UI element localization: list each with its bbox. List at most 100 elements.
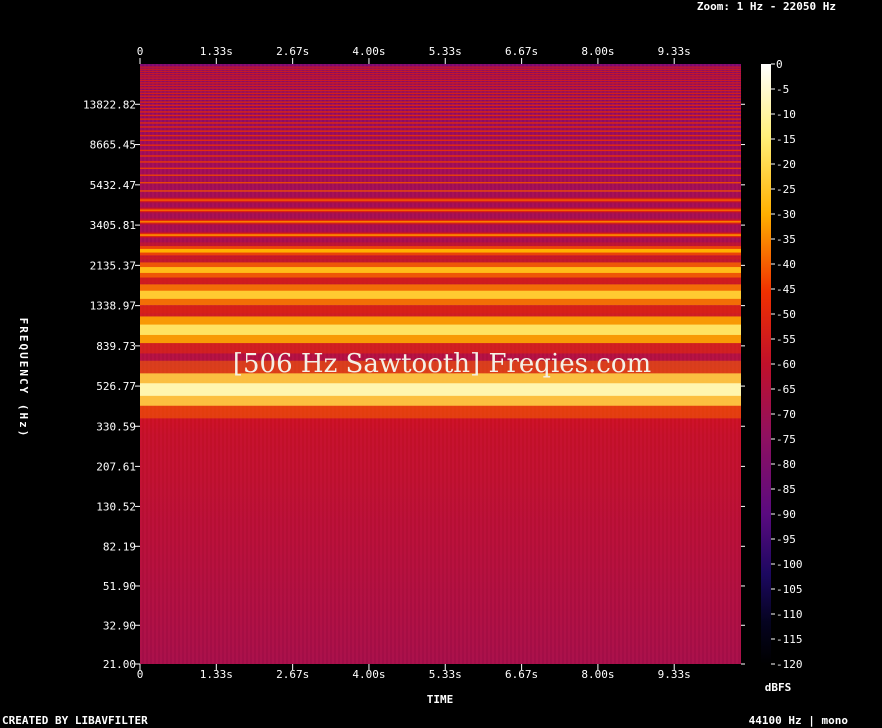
harmonic-core [140,199,741,201]
harmonic-line [140,111,741,113]
harmonic-core [140,383,741,396]
harmonic-band [140,242,741,260]
colorbar-tick-label: -90 [776,508,796,521]
colorbar-tick-label: -80 [776,458,796,471]
y-tick-label: 330.59 [96,420,136,433]
x-axis-bottom: 0 1.33s 2.67s 4.00s 5.33s 6.67s 8.00s 9.33s [137,664,691,681]
harmonic-line [140,190,741,192]
y-tick-label: 13822.82 [83,98,136,111]
harmonic-core [140,290,741,299]
harmonic-band [140,196,741,204]
y-tick-label: 130.52 [96,500,136,513]
colorbar-tick-label: -85 [776,483,796,496]
colorbar-tick-label: -35 [776,233,796,246]
harmonic-line [140,82,741,84]
colorbar-tick-label: -30 [776,208,796,221]
colorbar-tick-label: -15 [776,133,796,146]
harmonic-line [140,77,741,79]
harmonic-core [140,267,741,273]
colorbar-tick-label: -50 [776,308,796,321]
y-tick-label: 82.19 [103,540,136,553]
x-tick-label: 2.67s [276,668,309,681]
harmonic-line [140,149,741,152]
y-tick-label: 207.61 [96,460,136,473]
harmonic-core [140,324,741,335]
colorbar-tick-label: -120 [776,658,803,671]
harmonic-line [140,114,741,117]
harmonic-core [140,248,741,253]
colorbar-ticks: 0 -5 -10 -15 -20 -25 -30 -35 -40 -45 -50 -55 -60 -65 -… [771,58,803,671]
colorbar [761,64,771,664]
colorbar-tick-label: -10 [776,108,796,121]
harmonic-line [140,130,741,132]
colorbar-tick-label: -75 [776,433,796,446]
colorbar-tick-label: -110 [776,608,803,621]
y-tick-label: 51.90 [103,580,136,593]
colorbar-tick-label: -100 [776,558,803,571]
harmonic-line [140,84,741,87]
y-tick-label: 32.90 [103,619,136,632]
x-tick-label: 1.33s [200,668,233,681]
colorbar-tick-label: -70 [776,408,796,421]
harmonic-line [140,174,741,176]
x-tick-label: 0 [137,45,144,58]
harmonic-line [140,134,741,137]
harmonic-line [140,87,741,89]
harmonic-line [140,75,741,77]
y-tick-label: 2135.37 [90,259,136,272]
harmonic-line [140,68,741,70]
y-axis-label: FREQUENCY (Hz) [17,318,30,439]
harmonic-line [140,72,741,75]
x-tick-label: 0 [137,668,144,681]
harmonic-core [140,234,741,236]
colorbar-tick-label: -55 [776,333,796,346]
x-tick-label: 6.67s [505,668,538,681]
x-tick-label: 8.00s [581,45,614,58]
colorbar-tick-label: -60 [776,358,796,371]
x-axis-top: 0 1.33s 2.67s 4.00s 5.33s 6.67s 8.00s 9.33s [137,45,691,64]
y-tick-label: 3405.81 [90,219,136,232]
harmonic-line [140,144,741,146]
harmonic-line [140,92,741,95]
harmonic-line [140,126,741,128]
x-tick-label: 2.67s [276,45,309,58]
y-tick-label: 8665.45 [90,139,136,152]
x-tick-label: 4.00s [352,668,385,681]
x-axis-label: TIME [427,693,454,706]
harmonic-line [140,182,741,184]
x-tick-label: 6.67s [505,45,538,58]
harmonic-line [140,122,741,124]
colorbar-tick-label: 0 [776,58,783,71]
harmonic-line [140,95,741,97]
x-tick-label: 5.33s [429,45,462,58]
harmonic-line [140,167,741,170]
colorbar-tick-label: -5 [776,83,789,96]
harmonic-line [140,98,741,100]
x-tick-label: 9.33s [658,668,691,681]
colorbar-tick-label: -40 [776,258,796,271]
colorbar-tick-label: -20 [776,158,796,171]
y-tick-label: 5432.47 [90,179,136,192]
harmonic-line [140,79,741,82]
colorbar-tick-label: -45 [776,283,796,296]
colorbar-tick-label: -105 [776,583,803,596]
y-tick-label: 1338.97 [90,300,136,313]
harmonic-band [140,207,741,214]
harmonic-line [140,89,741,92]
harmonic-line [140,155,741,157]
harmonic-line [140,139,741,141]
y-tick-label: 21.00 [103,658,136,671]
x-tick-label: 9.33s [658,45,691,58]
harmonic-line [140,118,741,120]
colorbar-tick-label: -115 [776,633,803,646]
colorbar-tick-label: -65 [776,383,796,396]
harmonic-band [140,218,741,225]
spectrogram-chart: Zoom: 1 Hz - 22050 Hz 0 1.33s 2.67s 4.00s 5.… [2,0,848,727]
harmonic-band [140,231,741,239]
harmonic-line [140,107,741,110]
x-tick-label: 5.33s [429,668,462,681]
harmonic-band [140,256,741,284]
harmonic-line [140,104,741,106]
zoom-label: Zoom: 1 Hz - 22050 Hz [697,0,836,13]
harmonic-line [140,66,741,68]
